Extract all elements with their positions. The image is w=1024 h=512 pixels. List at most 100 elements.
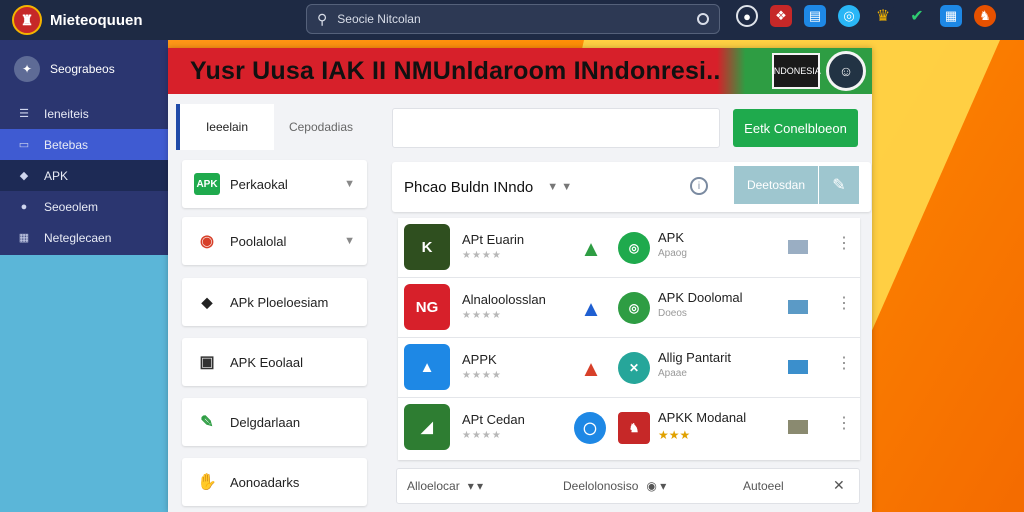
info-icon: ◉ ▾ bbox=[646, 479, 667, 493]
edit-icon[interactable]: ✎ bbox=[819, 166, 859, 204]
close-icon[interactable]: ✕ bbox=[833, 477, 845, 494]
sidebar-header-label: Seograbeos bbox=[50, 62, 115, 76]
chevron-down-icon[interactable]: ▼ bbox=[344, 178, 355, 190]
bottom-filter-left[interactable]: Alloelocar ▾ ▾ bbox=[407, 479, 483, 493]
info-icon[interactable]: i bbox=[690, 177, 708, 195]
app-logo[interactable]: ♜ Mieteoquuen bbox=[12, 5, 302, 35]
sidebar-item-betebas[interactable]: ▭ Betebas bbox=[0, 129, 168, 160]
background-blue-panel bbox=[0, 255, 180, 512]
app-icon: K bbox=[404, 224, 450, 270]
filter-button[interactable]: Deetosdan bbox=[734, 166, 818, 204]
app-icon: NG bbox=[404, 284, 450, 330]
tablet-icon: ▣ bbox=[199, 354, 215, 371]
app-secondary-sub: Apaog bbox=[658, 248, 687, 259]
sidebar-item-label: Seoeolem bbox=[44, 199, 99, 214]
sidebar-item-ieneiteis[interactable]: ☰ Ieneiteis bbox=[0, 98, 168, 129]
category-label: Aonoadarks bbox=[230, 474, 300, 490]
chevron-down-icon[interactable]: ▼ bbox=[344, 235, 355, 247]
shield-icon: ◆ bbox=[201, 293, 213, 310]
app-secondary-name: APKK Modanal bbox=[658, 410, 747, 425]
hand-icon: ✋ bbox=[197, 474, 217, 491]
app-secondary-sub: Doeos bbox=[658, 308, 687, 319]
shield-icon[interactable]: ♞ bbox=[974, 5, 996, 27]
app-title: Mieteoquuen bbox=[50, 11, 143, 29]
app-icon: ▲ bbox=[404, 344, 450, 390]
filter-title: Phcao Buldn INndo bbox=[404, 178, 534, 196]
primary-action-button[interactable]: Eetk Conelbloeon bbox=[733, 109, 858, 147]
rating-stars: ★★★★ bbox=[462, 250, 502, 261]
avatar-icon[interactable]: ☺ bbox=[826, 51, 866, 91]
app-secondary-sub: Apaae bbox=[658, 368, 687, 379]
tab-bar: Ieeelain Cepodadias bbox=[176, 104, 368, 150]
apk-icon: APK bbox=[194, 173, 220, 195]
category-label: APk Ploeloesiam bbox=[230, 294, 329, 310]
android-icon[interactable]: ✔ bbox=[906, 5, 928, 27]
bookmark-icon[interactable]: ❖ bbox=[770, 5, 792, 27]
category-label: Poolalolal bbox=[230, 233, 287, 249]
sidebar-item-seoeolem[interactable]: ● Seoeolem bbox=[0, 191, 168, 222]
search-input[interactable]: ⚲ Seocie Nitcolan bbox=[306, 4, 720, 34]
more-options-icon[interactable]: ⋮ bbox=[836, 236, 852, 252]
apk-icon: ◆ bbox=[19, 170, 29, 182]
rating-stars: ★★★★ bbox=[462, 430, 502, 441]
rating-stars: ★★★★ bbox=[462, 370, 502, 381]
tab-second[interactable]: Cepodadias bbox=[274, 104, 368, 150]
text-input[interactable] bbox=[392, 108, 720, 148]
triangle-app-icon: ▲ bbox=[580, 356, 602, 381]
app-list: K APt Euarin ★★★★ ▲ ◎ APK Apaog ⋮ NG Aln… bbox=[398, 218, 860, 460]
main-panel: Yusr Uusa IAK II NMUnldaroom INndonresi.… bbox=[168, 48, 872, 512]
category-item[interactable]: ✋ Aonoadarks bbox=[182, 458, 367, 506]
category-item[interactable]: ✎ Delgdarlaan bbox=[182, 398, 367, 446]
more-options-icon[interactable]: ⋮ bbox=[836, 356, 852, 372]
category-label: Perkaokal bbox=[230, 176, 288, 192]
category-item[interactable]: ◆ APk Ploeloesiam bbox=[182, 278, 367, 326]
list-item[interactable]: NG Alnaloolosslan ★★★★ ▲ ◎ APK Doolomal … bbox=[398, 278, 860, 338]
category-label: APK Eoolaal bbox=[230, 354, 303, 370]
top-icon-bar: ● ❖ ▤ ◎ ♛ ✔ ▦ ♞ bbox=[736, 5, 996, 27]
sidebar-item-label: APK bbox=[44, 168, 69, 183]
palette-icon: ◉ bbox=[200, 233, 214, 250]
more-options-icon[interactable]: ⋮ bbox=[836, 416, 852, 432]
top-bar: ♜ Mieteoquuen ⚲ Seocie Nitcolan ● ❖ ▤ ◎ … bbox=[0, 0, 1024, 40]
status-swatch bbox=[788, 360, 808, 374]
status-swatch bbox=[788, 240, 808, 254]
banner: Yusr Uusa IAK II NMUnldaroom INndonresi.… bbox=[168, 48, 872, 94]
globe-icon[interactable]: ◎ bbox=[838, 5, 860, 27]
bottom-filter-middle[interactable]: Deelolonosiso ◉ ▾ bbox=[563, 479, 666, 493]
download-icon[interactable]: ▤ bbox=[804, 5, 826, 27]
clear-search-icon[interactable] bbox=[697, 13, 709, 25]
chevron-down-icon[interactable]: ▼ ▼ bbox=[547, 181, 572, 193]
sidebar-header[interactable]: ✦ Seograbeos bbox=[0, 40, 168, 98]
circle-app-icon: ◯ bbox=[574, 412, 606, 444]
sidebar-item-label: Neteglecaen bbox=[44, 230, 112, 245]
tab-first[interactable]: Ieeelain bbox=[176, 104, 274, 150]
folder-icon: ▭ bbox=[18, 139, 30, 151]
list-item[interactable]: ▲ APPK ★★★★ ▲ ✕ Allig Pantarit Apaae ⋮ bbox=[398, 338, 860, 398]
sidebar-item-neteglecaen[interactable]: ▦ Neteglecaen bbox=[0, 222, 168, 253]
bottom-filter-right[interactable]: Autoeel bbox=[743, 479, 784, 493]
more-options-icon[interactable]: ⋮ bbox=[836, 296, 852, 312]
sidebar-item-apk[interactable]: ◆ APK bbox=[0, 160, 168, 191]
sidebar-item-label: Betebas bbox=[44, 137, 89, 152]
app-badge-icon: ◎ bbox=[618, 232, 650, 264]
list-item[interactable]: ◢ APt Cedan ★★★★ ◯ ♞ APKK Modanal ★★★ ⋮ bbox=[398, 398, 860, 458]
status-swatch bbox=[788, 420, 808, 434]
bottom-filter-middle-label: Deelolonosiso bbox=[563, 479, 639, 493]
category-item[interactable]: ▣ APK Eoolaal bbox=[182, 338, 367, 386]
camera-icon[interactable]: ● bbox=[736, 5, 758, 27]
image-icon[interactable]: ▦ bbox=[940, 5, 962, 27]
triangle-app-icon: ▲ bbox=[580, 236, 602, 261]
category-label: Delgdarlaan bbox=[230, 414, 301, 430]
category-item[interactable]: ◉ Poolalolal ▼ bbox=[182, 217, 367, 265]
bottom-filter-bar: Alloelocar ▾ ▾ Deelolonosiso ◉ ▾ Autoeel… bbox=[396, 468, 860, 504]
category-item[interactable]: APK Perkaokal ▼ bbox=[182, 160, 367, 208]
shield-app-icon: ♞ bbox=[618, 412, 650, 444]
crown-icon[interactable]: ♛ bbox=[872, 5, 894, 27]
triangle-app-icon: ▲ bbox=[580, 296, 602, 321]
search-placeholder: Seocie Nitcolan bbox=[337, 12, 421, 26]
avatar: ✦ bbox=[14, 56, 40, 82]
list-item[interactable]: K APt Euarin ★★★★ ▲ ◎ APK Apaog ⋮ bbox=[398, 218, 860, 278]
app-secondary-name: Allig Pantarit bbox=[658, 350, 731, 365]
app-icon: ◢ bbox=[404, 404, 450, 450]
pen-icon: ✎ bbox=[200, 414, 214, 431]
